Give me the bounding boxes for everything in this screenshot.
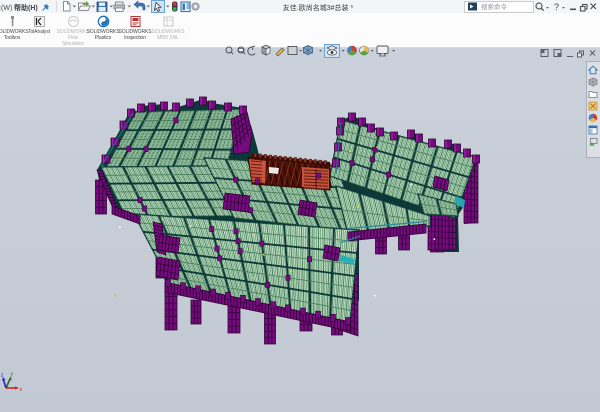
svg-text:y: y [11, 372, 14, 378]
svg-text:x: x [20, 387, 23, 393]
